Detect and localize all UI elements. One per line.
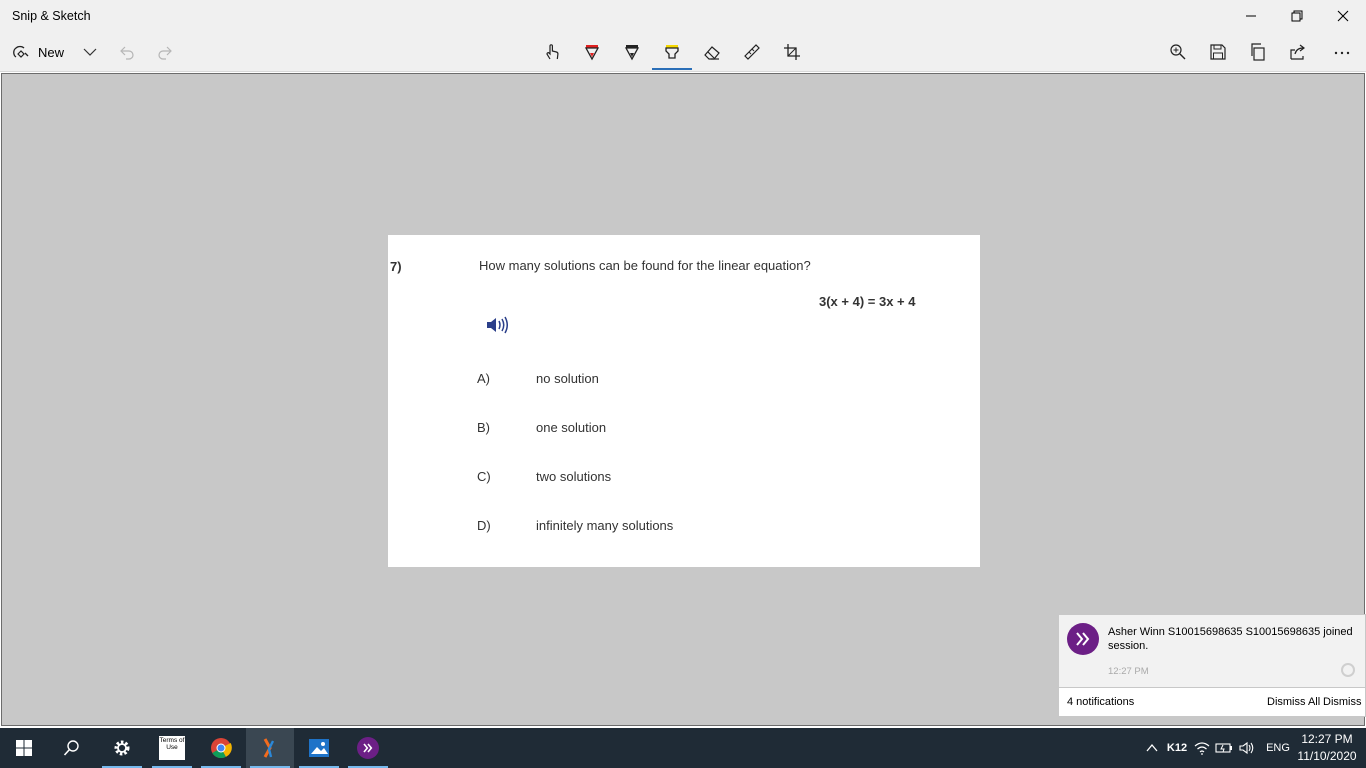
taskbar-classlink[interactable] — [344, 728, 392, 768]
settings-icon — [114, 740, 130, 756]
battery-button[interactable] — [1214, 728, 1234, 768]
option-b-text: one solution — [536, 420, 607, 435]
k12-tray-icon[interactable]: K12 — [1165, 728, 1189, 768]
wifi-icon — [1194, 742, 1210, 755]
taskbar-chrome[interactable] — [197, 728, 245, 768]
option-d-letter: D) — [477, 518, 491, 533]
notification-time: 12:27 PM — [1108, 666, 1149, 677]
option-c-letter: C) — [477, 469, 491, 484]
battery-icon — [1215, 743, 1232, 753]
taskbar-terms-of-use[interactable]: Terms of Use — [148, 728, 196, 768]
start-button[interactable] — [0, 728, 48, 768]
chevron-down-icon — [83, 48, 97, 56]
volume-icon — [1239, 741, 1254, 755]
minimize-icon — [1246, 15, 1256, 17]
clock-date: 11/10/2020 — [1297, 749, 1357, 763]
zoom-icon — [1170, 44, 1186, 60]
highlighter-icon — [665, 45, 679, 59]
undo-icon — [120, 46, 134, 60]
save-icon — [1210, 44, 1226, 60]
dismiss-button[interactable]: Dismiss — [1323, 696, 1362, 708]
taskbar-settings[interactable] — [98, 728, 146, 768]
redo-button[interactable] — [154, 36, 178, 68]
speaker-icon — [487, 316, 508, 334]
close-icon — [1337, 10, 1349, 22]
pencil-icon — [624, 45, 640, 61]
option-d-text: infinitely many solutions — [536, 518, 674, 533]
minimize-button[interactable] — [1228, 0, 1274, 32]
classlink-icon — [1067, 623, 1099, 655]
photos-icon — [309, 739, 329, 757]
question-number: 7) — [390, 259, 402, 274]
restore-button[interactable] — [1274, 0, 1320, 32]
chrome-icon — [211, 738, 232, 759]
option-a-letter: A) — [477, 371, 490, 386]
option-c-text: two solutions — [536, 469, 612, 484]
touch-writing-icon — [546, 44, 559, 60]
eraser-button[interactable] — [700, 36, 724, 68]
search-icon — [63, 740, 79, 756]
copy-button[interactable] — [1246, 36, 1270, 68]
dismiss-all-button[interactable]: Dismiss All — [1267, 696, 1320, 708]
taskbar-snip-sketch[interactable] — [246, 728, 294, 768]
show-hidden-icons-button[interactable] — [1142, 728, 1162, 768]
option-b-letter: B) — [477, 420, 490, 435]
share-icon — [1290, 44, 1305, 60]
network-button[interactable] — [1192, 728, 1212, 768]
save-button[interactable] — [1206, 36, 1230, 68]
loading-spinner-icon — [1341, 663, 1355, 677]
question-text: How many solutions can be found for the … — [479, 258, 811, 273]
start-icon — [16, 740, 32, 756]
classlink-icon — [357, 737, 379, 759]
undo-button[interactable] — [114, 36, 138, 68]
snip-sketch-icon — [263, 738, 275, 758]
question-equation: 3(x + 4) = 3x + 4 — [819, 294, 916, 309]
ruler-icon — [744, 44, 760, 60]
copy-icon — [1251, 43, 1265, 61]
highlighter-button[interactable] — [660, 36, 684, 68]
more-icon — [1334, 51, 1350, 55]
share-button[interactable] — [1286, 36, 1310, 68]
terms-of-use-icon: Terms of Use — [159, 736, 185, 760]
new-dropdown-button[interactable] — [78, 36, 102, 68]
pencil-button[interactable] — [620, 36, 644, 68]
ruler-button[interactable] — [740, 36, 764, 68]
app-title: Snip & Sketch — [12, 9, 91, 23]
taskbar: Terms of Use K12 ENG 12:27 PM 11/10/2020 — [0, 728, 1366, 768]
new-button[interactable]: New — [12, 36, 72, 68]
volume-button[interactable] — [1237, 728, 1257, 768]
notification-count: 4 notifications — [1067, 696, 1135, 708]
search-button[interactable] — [48, 728, 96, 768]
clock[interactable]: 12:27 PM 11/10/2020 — [1296, 731, 1358, 765]
new-label: New — [38, 44, 65, 60]
close-button[interactable] — [1320, 0, 1366, 32]
chevron-up-icon — [1146, 743, 1158, 752]
restore-icon — [1291, 10, 1303, 22]
crop-icon — [784, 44, 800, 60]
taskbar-photos[interactable] — [295, 728, 343, 768]
input-language[interactable]: ENG — [1262, 728, 1294, 768]
new-snip-icon — [13, 45, 29, 58]
eraser-icon — [704, 46, 720, 60]
notification-message: Asher Winn S10015698635 S10015698635 joi… — [1108, 626, 1353, 652]
ballpoint-pen-icon — [584, 45, 600, 61]
title-bar: Snip & Sketch — [0, 0, 1366, 32]
crop-button[interactable] — [780, 36, 804, 68]
more-button[interactable] — [1330, 36, 1354, 68]
redo-icon — [158, 46, 172, 60]
notification-toast[interactable]: Asher Winn S10015698635 S10015698635 joi… — [1058, 614, 1366, 688]
clock-time: 12:27 PM — [1301, 732, 1353, 746]
active-tool-indicator — [652, 68, 692, 70]
zoom-button[interactable] — [1166, 36, 1190, 68]
ballpoint-pen-button[interactable] — [580, 36, 604, 68]
notification-footer: 4 notifications Dismiss All Dismiss — [1058, 688, 1366, 717]
question-snip: 7) How many solutions can be found for t… — [388, 235, 980, 567]
touch-writing-button[interactable] — [540, 36, 564, 68]
option-a-text: no solution — [536, 371, 599, 386]
toolbar: New — [0, 32, 1366, 72]
